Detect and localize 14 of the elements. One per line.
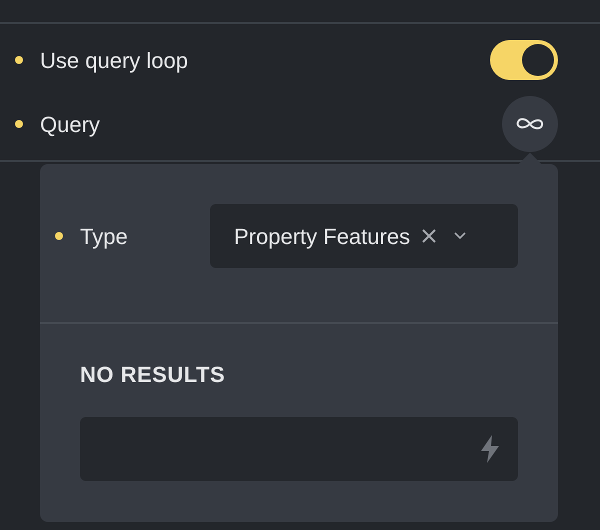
lightning-icon[interactable]	[480, 435, 500, 463]
type-label: Type	[80, 222, 128, 251]
status-dot-icon	[15, 56, 23, 64]
clear-icon[interactable]	[422, 229, 436, 243]
type-select[interactable]: Property Features	[210, 204, 518, 268]
chevron-down-icon	[454, 232, 466, 240]
control-label: Query	[40, 110, 100, 139]
toggle-switch[interactable]	[490, 40, 558, 80]
input-field[interactable]	[80, 417, 518, 481]
results-heading: NO RESULTS	[80, 362, 226, 387]
status-dot-icon	[15, 120, 23, 128]
status-dot-icon	[55, 232, 63, 240]
control-label: Use query loop	[40, 46, 188, 75]
infinity-icon	[515, 116, 545, 132]
